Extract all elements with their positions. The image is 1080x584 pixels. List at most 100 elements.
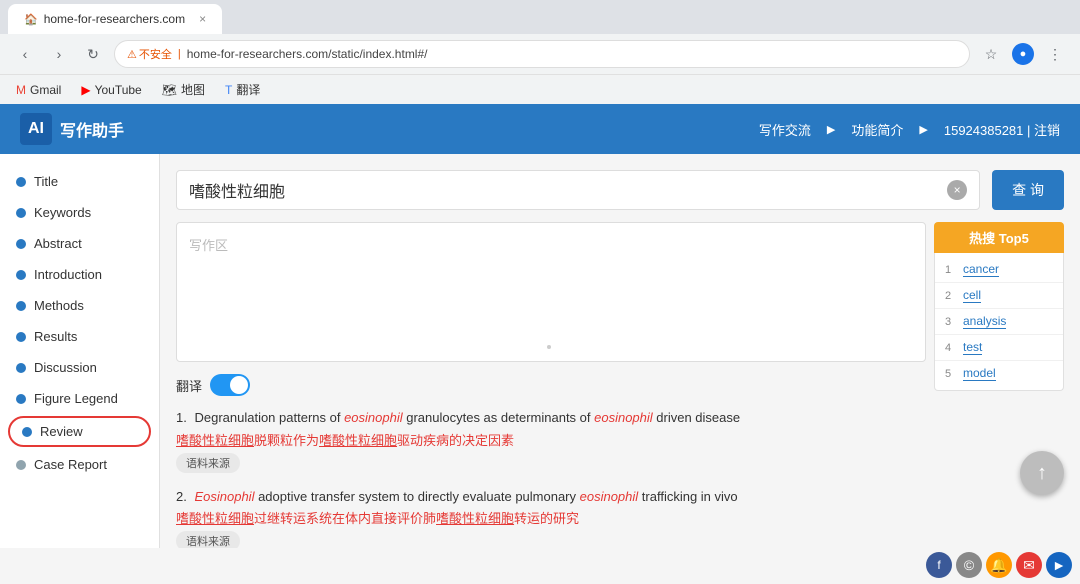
- result-1-number: 1.: [176, 410, 187, 425]
- bookmark-translate[interactable]: T 翻译: [221, 79, 264, 100]
- sidebar-item-review[interactable]: Review: [8, 416, 151, 447]
- hot-item-5[interactable]: 5 model: [935, 361, 1063, 386]
- dot-methods: [16, 301, 26, 311]
- hot-num-2: 2: [945, 290, 957, 302]
- menu-button[interactable]: ⋮: [1042, 41, 1068, 67]
- dot-results: [16, 332, 26, 342]
- app-nav: 写作交流 ▶ 功能简介 ▶ 15924385281 | 注销: [759, 120, 1060, 139]
- bookmark-youtube[interactable]: ▶ YouTube: [77, 81, 145, 99]
- search-input-wrap[interactable]: 嗜酸性粒细胞 ×: [176, 170, 980, 210]
- result-2-title-zh: 嗜酸性粒细胞过继转运系统在体内直接评价肺嗜酸性粒细胞转运的研究: [176, 508, 926, 527]
- sidebar-item-keywords[interactable]: Keywords: [0, 197, 159, 228]
- tab-favicon: 🏠: [24, 13, 38, 26]
- nav-features[interactable]: 功能简介: [851, 120, 903, 139]
- sidebar-label-review: Review: [40, 424, 83, 439]
- search-clear-button[interactable]: ×: [947, 180, 967, 200]
- logo-text: 写作助手: [60, 117, 124, 141]
- search-button[interactable]: 查 询: [992, 170, 1064, 210]
- hot-num-4: 4: [945, 342, 957, 354]
- sidebar-item-abstract[interactable]: Abstract: [0, 228, 159, 259]
- hot-word-2: cell: [963, 288, 981, 303]
- sidebar-item-results[interactable]: Results: [0, 321, 159, 352]
- sidebar-item-discussion[interactable]: Discussion: [0, 352, 159, 383]
- sidebar-item-methods[interactable]: Methods: [0, 290, 159, 321]
- bookmark-maps-label: 地图: [181, 81, 205, 98]
- result-item-1: 1. Degranulation patterns of eosinophil …: [176, 408, 926, 473]
- social-facebook[interactable]: f: [926, 552, 952, 578]
- translate-icon: T: [225, 83, 232, 97]
- nav-phone-logout[interactable]: 15924385281 | 注销: [944, 120, 1060, 139]
- dot-title: [16, 177, 26, 187]
- toggle-knob: [230, 376, 248, 394]
- result-2-en-text: Eosinophil adoptive transfer system to d…: [194, 489, 737, 504]
- result-2-source-tag[interactable]: 语料来源: [176, 531, 240, 548]
- bookmark-bar: M Gmail ▶ YouTube 🗺 地图 T 翻译: [0, 74, 1080, 104]
- writing-area[interactable]: 写作区: [176, 222, 926, 362]
- sidebar-item-introduction[interactable]: Introduction: [0, 259, 159, 290]
- maps-icon: 🗺: [162, 83, 177, 97]
- social-play[interactable]: ►: [1046, 552, 1072, 578]
- search-row: 嗜酸性粒细胞 × 查 询: [176, 170, 1064, 210]
- hot-list: 1 cancer 2 cell 3 analysis 4 test: [934, 253, 1064, 391]
- bookmark-gmail-label: Gmail: [30, 83, 61, 97]
- content-main: 写作区 翻译 1. Degranulation patterns of eo: [176, 222, 1064, 548]
- reload-button[interactable]: ↻: [80, 41, 106, 67]
- address-bar-row: ‹ › ↻ ⚠ 不安全 | home-for-researchers.com/s…: [0, 34, 1080, 74]
- nav-writing-exchange[interactable]: 写作交流: [759, 120, 811, 139]
- bookmark-gmail[interactable]: M Gmail: [12, 81, 65, 99]
- sidebar-item-case-report[interactable]: Case Report: [0, 449, 159, 480]
- hot-word-3: analysis: [963, 314, 1006, 329]
- result-1-en-text: Degranulation patterns of eosinophil gra…: [194, 410, 740, 425]
- result-1-source-tag[interactable]: 语料来源: [176, 453, 240, 473]
- dot-case-report: [16, 460, 26, 470]
- result-item-2: 2. Eosinophil adoptive transfer system t…: [176, 487, 926, 549]
- tab-close-icon[interactable]: ×: [199, 12, 206, 26]
- translate-row: 翻译: [176, 374, 926, 396]
- clear-icon: ×: [954, 183, 961, 197]
- sidebar-label-results: Results: [34, 329, 77, 344]
- main-layout: Title Keywords Abstract Introduction Met…: [0, 154, 1080, 548]
- logo-ai-text: AI: [28, 120, 44, 138]
- active-tab[interactable]: 🏠 home-for-researchers.com ×: [8, 4, 222, 34]
- sidebar-label-figure-legend: Figure Legend: [34, 391, 118, 406]
- hot-num-5: 5: [945, 368, 957, 380]
- hot-num-3: 3: [945, 316, 957, 328]
- hot-item-1[interactable]: 1 cancer: [935, 257, 1063, 283]
- bookmark-icon[interactable]: ☆: [978, 41, 1004, 67]
- sidebar-label-keywords: Keywords: [34, 205, 91, 220]
- dot-abstract: [16, 239, 26, 249]
- social-copyright[interactable]: ©: [956, 552, 982, 578]
- sidebar-label-abstract: Abstract: [34, 236, 82, 251]
- results-column: 写作区 翻译 1. Degranulation patterns of eo: [176, 222, 934, 548]
- result-2-title-en: 2. Eosinophil adoptive transfer system t…: [176, 487, 926, 507]
- sidebar-label-methods: Methods: [34, 298, 84, 313]
- hot-item-3[interactable]: 3 analysis: [935, 309, 1063, 335]
- social-bell[interactable]: 🔔: [986, 552, 1012, 578]
- writing-placeholder: 写作区: [189, 238, 228, 253]
- dot-keywords: [16, 208, 26, 218]
- forward-button[interactable]: ›: [46, 41, 72, 67]
- bookmark-maps[interactable]: 🗺 地图: [158, 79, 209, 100]
- social-mail[interactable]: ✉: [1016, 552, 1042, 578]
- app-header: AI 写作助手 写作交流 ▶ 功能简介 ▶ 15924385281 | 注销: [0, 104, 1080, 154]
- tab-bar: 🏠 home-for-researchers.com ×: [0, 0, 1080, 34]
- dot-introduction: [16, 270, 26, 280]
- warning-icon: ⚠: [127, 48, 137, 61]
- address-bar[interactable]: ⚠ 不安全 | home-for-researchers.com/static/…: [114, 40, 970, 68]
- hot-item-4[interactable]: 4 test: [935, 335, 1063, 361]
- translate-toggle[interactable]: [210, 374, 250, 396]
- hot-num-1: 1: [945, 264, 957, 276]
- back-button[interactable]: ‹: [12, 41, 38, 67]
- sidebar-item-figure-legend[interactable]: Figure Legend: [0, 383, 159, 414]
- sidebar-item-title[interactable]: Title: [0, 166, 159, 197]
- dot-figure-legend: [16, 394, 26, 404]
- gmail-icon: M: [16, 83, 26, 97]
- insecure-label: 不安全: [139, 46, 172, 62]
- profile-icon[interactable]: ●: [1012, 43, 1034, 65]
- scroll-top-button[interactable]: ↑: [1020, 451, 1064, 495]
- hot-item-2[interactable]: 2 cell: [935, 283, 1063, 309]
- hot-word-5: model: [963, 366, 996, 381]
- bookmark-translate-label: 翻译: [236, 81, 260, 98]
- search-query-text: 嗜酸性粒细胞: [189, 178, 285, 202]
- bottom-bar: f © 🔔 ✉ ►: [918, 546, 1080, 584]
